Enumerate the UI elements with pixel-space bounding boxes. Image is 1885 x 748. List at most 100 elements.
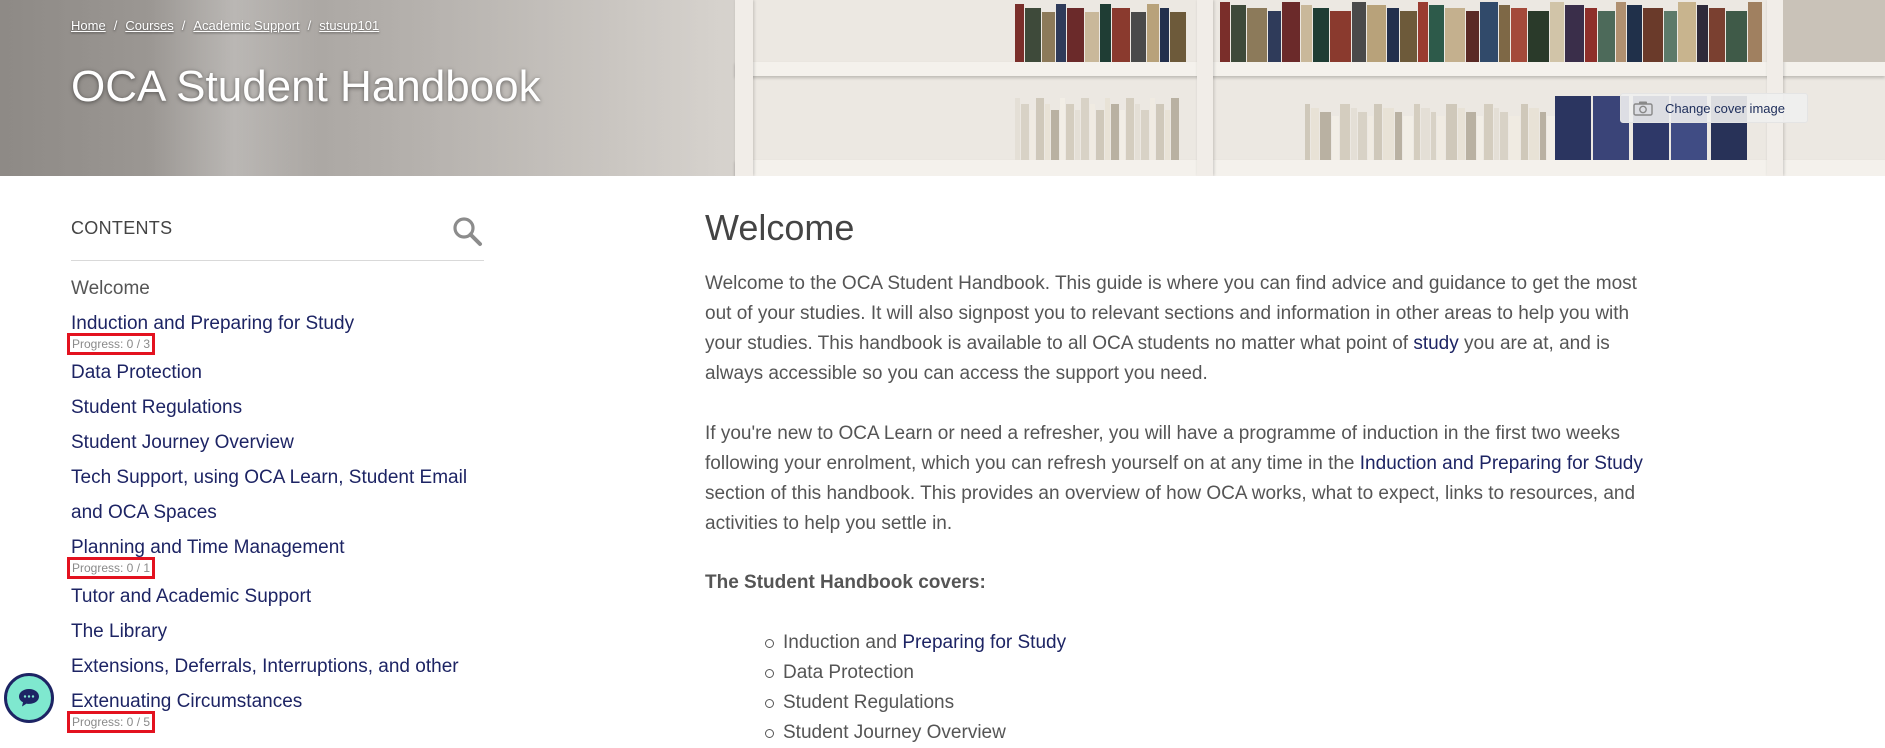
toc-link-extensions[interactable]: Extensions, Deferrals, Interruptions, an…: [71, 649, 484, 719]
book: [1351, 108, 1357, 160]
book: [1301, 5, 1312, 62]
book: [1330, 11, 1351, 62]
chat-bubble-icon: [19, 689, 39, 707]
book: [1340, 104, 1350, 160]
book: [1414, 104, 1420, 160]
book: [1135, 104, 1140, 160]
book: [1678, 2, 1696, 62]
book: [1112, 8, 1130, 62]
book: [1521, 104, 1528, 160]
book: [1051, 110, 1059, 160]
induction-link[interactable]: Induction and Preparing for Study: [1360, 453, 1643, 474]
shelf-board: [735, 160, 1885, 176]
book: [1540, 112, 1546, 160]
book: [1111, 104, 1119, 160]
book: [1247, 8, 1267, 62]
change-cover-image-label: Change cover image: [1665, 100, 1785, 116]
covers-item-text: Student Journey Overview: [783, 722, 1006, 743]
book: [1509, 116, 1520, 160]
book: [1437, 116, 1445, 160]
book: [1090, 104, 1095, 160]
book: [1421, 108, 1430, 160]
book: [1045, 104, 1050, 160]
book: [1664, 11, 1677, 62]
binder: [1555, 96, 1591, 160]
breadcrumb-course-code[interactable]: stusup101: [319, 18, 379, 33]
toc-item-planning: Planning and Time Management Progress: 0…: [67, 530, 484, 579]
breadcrumb-separator: /: [307, 18, 312, 33]
book: [1499, 5, 1510, 62]
book: [1403, 116, 1413, 160]
chat-button[interactable]: [4, 673, 54, 723]
book: [1171, 98, 1179, 160]
book: [1431, 112, 1436, 160]
covers-list-item: Student Regulations: [765, 688, 1665, 718]
book: [1131, 12, 1146, 62]
breadcrumb: Home / Courses / Academic Support / stus…: [71, 18, 379, 33]
contents-list: Welcome Induction and Preparing for Stud…: [67, 271, 484, 733]
book: [1748, 2, 1762, 62]
book: [1150, 98, 1155, 160]
book: [1126, 98, 1134, 160]
book: [1021, 104, 1029, 160]
breadcrumb-separator: /: [181, 18, 186, 33]
book: [1374, 104, 1382, 160]
intro-paragraph: Welcome to the OCA Student Handbook. Thi…: [705, 269, 1665, 389]
induction-text-end: section of this handbook. This provides …: [705, 483, 1636, 534]
book: [1036, 98, 1044, 160]
toc-link-library[interactable]: The Library: [71, 614, 484, 649]
toc-link-welcome[interactable]: Welcome: [71, 271, 484, 306]
toc-link-tech-support[interactable]: Tech Support, using OCA Learn, Student E…: [71, 460, 484, 530]
book: [1042, 12, 1055, 62]
covers-item-text: Induction and: [783, 632, 903, 653]
book: [1105, 98, 1110, 160]
covers-heading: The Student Handbook covers:: [705, 572, 986, 593]
page-title: OCA Student Handbook: [71, 62, 541, 111]
hero-banner: Home / Courses / Academic Support / stus…: [0, 0, 1885, 176]
study-link[interactable]: study: [1413, 333, 1458, 354]
book: [1120, 110, 1125, 160]
toc-item-library: The Library: [71, 614, 484, 649]
breadcrumb-courses[interactable]: Courses: [125, 18, 173, 33]
progress-badge: Progress: 0 / 3: [67, 333, 156, 355]
book: [1598, 11, 1615, 62]
toc-item-student-regulations: Student Regulations: [71, 390, 484, 425]
book: [1358, 112, 1367, 160]
main-content: Welcome Welcome to the OCA Student Handb…: [705, 205, 1665, 748]
book: [1627, 5, 1642, 62]
toc-item-tutor-support: Tutor and Academic Support: [71, 579, 484, 614]
toc-item-welcome: Welcome: [71, 271, 484, 306]
book: [1445, 8, 1465, 62]
toc-link-tutor-support[interactable]: Tutor and Academic Support: [71, 579, 484, 614]
book: [1529, 108, 1539, 160]
toc-link-data-protection[interactable]: Data Protection: [71, 355, 484, 390]
induction-paragraph: If you're new to OCA Learn or need a ref…: [705, 419, 1665, 539]
book: [1418, 2, 1428, 62]
covers-list-item: Data Protection: [765, 658, 1665, 688]
book: [1060, 98, 1065, 160]
search-icon[interactable]: [450, 214, 484, 248]
book: [1056, 4, 1066, 62]
book: [1311, 108, 1319, 160]
book: [1030, 110, 1035, 160]
book: [1643, 8, 1663, 62]
book: [1484, 104, 1493, 160]
book: [1085, 12, 1099, 62]
book: [1709, 8, 1725, 62]
book: [1494, 108, 1499, 160]
toc-link-student-regulations[interactable]: Student Regulations: [71, 390, 484, 425]
preparing-for-study-link[interactable]: Preparing for Study: [902, 632, 1066, 653]
book: [1320, 112, 1331, 160]
toc-link-student-journey[interactable]: Student Journey Overview: [71, 425, 484, 460]
book: [1015, 4, 1024, 62]
breadcrumb-home[interactable]: Home: [71, 18, 106, 33]
change-cover-image-button[interactable]: Change cover image: [1620, 93, 1808, 123]
contents-title: CONTENTS: [71, 218, 173, 238]
breadcrumb-academic-support[interactable]: Academic Support: [193, 18, 299, 33]
book: [1100, 4, 1111, 62]
book: [1400, 11, 1417, 62]
book: [1075, 110, 1080, 160]
book: [1480, 2, 1498, 62]
progress-badge: Progress: 0 / 5: [67, 711, 156, 733]
book: [1511, 8, 1527, 62]
